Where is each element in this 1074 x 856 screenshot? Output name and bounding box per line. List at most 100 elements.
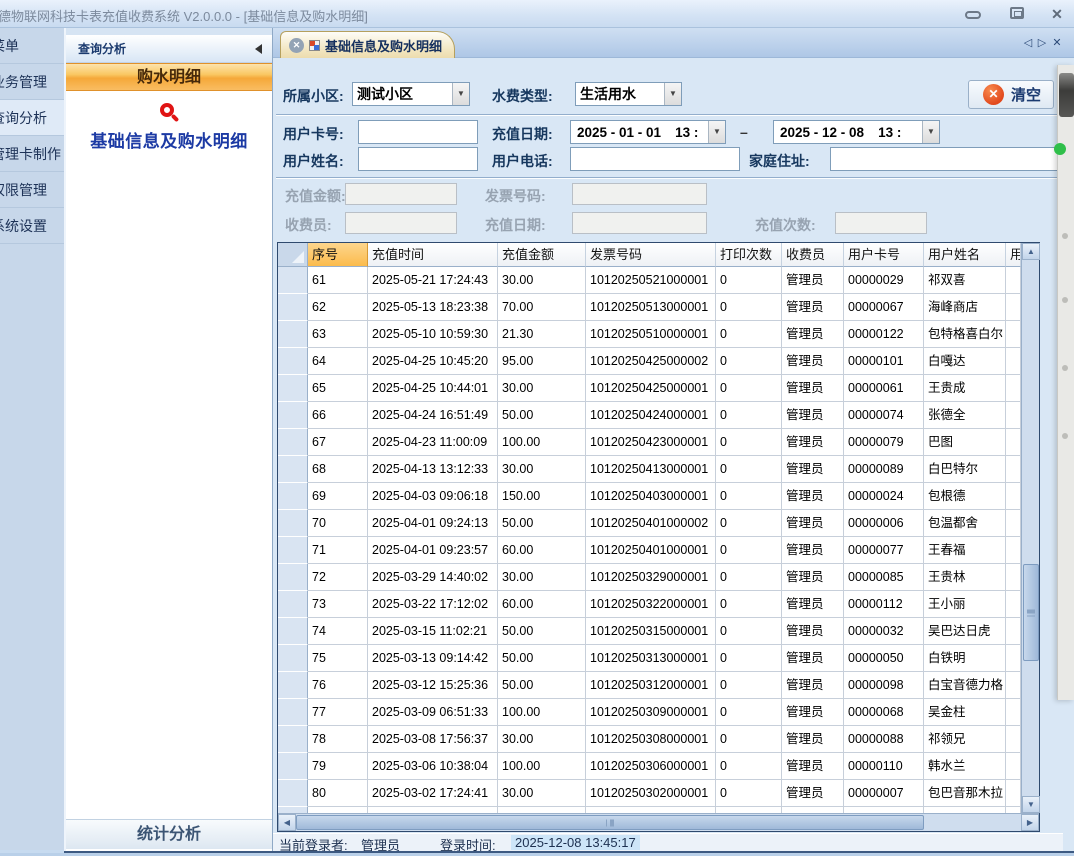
date-from-dropdown-icon[interactable]: ▼ (708, 121, 725, 143)
maximize-button[interactable] (1002, 6, 1032, 22)
horizontal-scrollbar-thumb[interactable] (296, 815, 924, 830)
table-row[interactable]: 782025-03-08 17:56:3730.0010120250308000… (278, 726, 1039, 753)
collapse-arrow-icon[interactable] (255, 44, 262, 54)
row-selector[interactable] (278, 429, 308, 456)
row-selector[interactable] (278, 483, 308, 510)
row-selector[interactable] (278, 726, 308, 753)
row-selector[interactable] (278, 267, 308, 294)
sidebar-item-business-mgmt[interactable]: 业务管理 (0, 64, 64, 100)
water-type-dropdown-icon[interactable]: ▼ (664, 83, 681, 105)
tab-basic-info-detail[interactable]: ✕ 基础信息及购水明细 (280, 31, 455, 58)
table-row[interactable]: 662025-04-24 16:51:4950.0010120250424000… (278, 402, 1039, 429)
column-header-recharge-amount[interactable]: 充值金额 (498, 243, 586, 267)
row-selector[interactable] (278, 699, 308, 726)
date-to-dropdown-icon[interactable]: ▼ (922, 121, 939, 143)
date-to-picker[interactable]: 2025 - 12 - 08 13 : ▼ (773, 120, 940, 144)
table-row[interactable]: 752025-03-13 09:14:4250.0010120250313000… (278, 645, 1039, 672)
row-selector[interactable] (278, 537, 308, 564)
column-header-user-name[interactable]: 用户姓名 (924, 243, 1006, 267)
column-header-collector[interactable]: 收费员 (782, 243, 844, 267)
column-header-extra[interactable]: 用 (1006, 243, 1021, 267)
table-row[interactable]: 682025-04-13 13:12:3330.0010120250413000… (278, 456, 1039, 483)
row-selector[interactable] (278, 564, 308, 591)
nav-link-basic-info-detail[interactable]: 基础信息及购水明细 (66, 127, 272, 152)
table-row[interactable]: 762025-03-12 15:25:3650.0010120250312000… (278, 672, 1039, 699)
table-cell-user-name: 白嘎达 (924, 348, 1006, 375)
tab-scroll-right-icon[interactable]: ▷ (1036, 36, 1048, 49)
sidebar-item-card-making[interactable]: 管理卡制作 (0, 136, 64, 172)
table-row[interactable]: 802025-03-02 17:24:4130.0010120250302000… (278, 780, 1039, 807)
date-from-picker[interactable]: 2025 - 01 - 01 13 : ▼ (570, 120, 726, 144)
address-input[interactable] (830, 147, 1062, 171)
column-header-invoice-no[interactable]: 发票号码 (586, 243, 716, 267)
sidebar-item-query-analysis[interactable]: 查询分析 (0, 100, 64, 136)
water-type-select[interactable]: 生活用水 ▼ (575, 82, 682, 106)
row-selector[interactable] (278, 672, 308, 699)
column-header-seq[interactable]: 序号 (308, 243, 368, 267)
row-selector[interactable] (278, 294, 308, 321)
table-cell-user-card-no: 00000079 (844, 429, 924, 456)
card-no-input[interactable] (358, 120, 478, 144)
column-header-print-count[interactable]: 打印次数 (716, 243, 782, 267)
scroll-up-icon[interactable]: ▲ (1022, 243, 1040, 260)
row-selector[interactable] (278, 456, 308, 483)
table-cell-recharge-time: 2025-04-25 10:44:01 (368, 375, 498, 402)
table-row[interactable]: 642025-04-25 10:45:2095.0010120250425000… (278, 348, 1039, 375)
table-row[interactable]: 622025-05-13 18:23:3870.0010120250513000… (278, 294, 1039, 321)
horizontal-scrollbar[interactable]: ◀ ▶ (278, 813, 1039, 831)
table-row[interactable]: 712025-04-01 09:23:5760.0010120250401000… (278, 537, 1039, 564)
community-select[interactable]: 测试小区 ▼ (352, 82, 470, 106)
sidebar-item-permission-mgmt[interactable]: 权限管理 (0, 172, 64, 208)
scroll-right-icon[interactable]: ▶ (1021, 814, 1039, 831)
row-selector[interactable] (278, 348, 308, 375)
table-cell-recharge-amount: 95.00 (498, 348, 586, 375)
row-selector[interactable] (278, 618, 308, 645)
nav-group-water-purchase[interactable]: 购水明细 (66, 63, 272, 91)
table-row[interactable]: 652025-04-25 10:44:0130.0010120250425000… (278, 375, 1039, 402)
community-dropdown-icon[interactable]: ▼ (452, 83, 469, 105)
column-header-recharge-time[interactable]: 充值时间 (368, 243, 498, 267)
table-cell-extra (1006, 456, 1021, 483)
clear-button[interactable]: ✕ 清空 (968, 80, 1054, 109)
row-selector[interactable] (278, 321, 308, 348)
vertical-scrollbar[interactable]: ▲ ▼ (1021, 243, 1039, 813)
vertical-scrollbar-thumb[interactable] (1023, 564, 1039, 661)
nav-group-statistics[interactable]: 统计分析 (66, 819, 272, 849)
row-selector[interactable] (278, 591, 308, 618)
table-cell-seq: 73 (308, 591, 368, 618)
table-row[interactable]: 792025-03-06 10:38:04100.001012025030600… (278, 753, 1039, 780)
tab-scroll-left-icon[interactable]: ◁ (1022, 36, 1034, 49)
row-selector[interactable] (278, 780, 308, 807)
phone-input[interactable] (570, 147, 740, 171)
row-selector[interactable] (278, 375, 308, 402)
row-selector[interactable] (278, 753, 308, 780)
nav-panel: 查询分析 购水明细 基础信息及购水明细 统计分析 (64, 28, 273, 851)
table-row[interactable]: 722025-03-29 14:40:0230.0010120250329000… (278, 564, 1039, 591)
table-cell-invoice-no: 10120250521000001 (586, 267, 716, 294)
table-row[interactable]: 692025-04-03 09:06:18150.001012025040300… (278, 483, 1039, 510)
sidebar-item-system-settings[interactable]: 系统设置 (0, 208, 64, 244)
close-button[interactable]: ✕ (1042, 6, 1072, 22)
tab-close-all-icon[interactable]: ✕ (1051, 36, 1063, 49)
tab-close-icon[interactable]: ✕ (289, 38, 304, 53)
table-row[interactable]: 772025-03-09 06:51:33100.001012025030900… (278, 699, 1039, 726)
column-header-user-card-no[interactable]: 用户卡号 (844, 243, 924, 267)
table-cell-collector: 管理员 (782, 456, 844, 483)
community-label: 所属小区: (283, 86, 344, 106)
nav-panel-header[interactable]: 查询分析 (66, 35, 272, 63)
table-row[interactable]: 612025-05-21 17:24:4330.0010120250521000… (278, 267, 1039, 294)
row-selector[interactable] (278, 645, 308, 672)
table-row[interactable]: 632025-05-10 10:59:3021.3010120250510000… (278, 321, 1039, 348)
minimize-button[interactable] (958, 6, 988, 22)
table-row[interactable]: 742025-03-15 11:02:2150.0010120250315000… (278, 618, 1039, 645)
row-selector[interactable] (278, 510, 308, 537)
table-row[interactable]: 732025-03-22 17:12:0260.0010120250322000… (278, 591, 1039, 618)
select-all-corner[interactable] (278, 243, 308, 267)
table-row[interactable]: 702025-04-01 09:24:1350.0010120250401000… (278, 510, 1039, 537)
scroll-down-icon[interactable]: ▼ (1022, 796, 1040, 813)
row-selector[interactable] (278, 402, 308, 429)
table-row[interactable]: 672025-04-23 11:00:09100.001012025042300… (278, 429, 1039, 456)
scroll-left-icon[interactable]: ◀ (278, 814, 296, 831)
sidebar-item-menu[interactable]: 菜单 (0, 28, 64, 64)
user-name-input[interactable] (358, 147, 478, 171)
